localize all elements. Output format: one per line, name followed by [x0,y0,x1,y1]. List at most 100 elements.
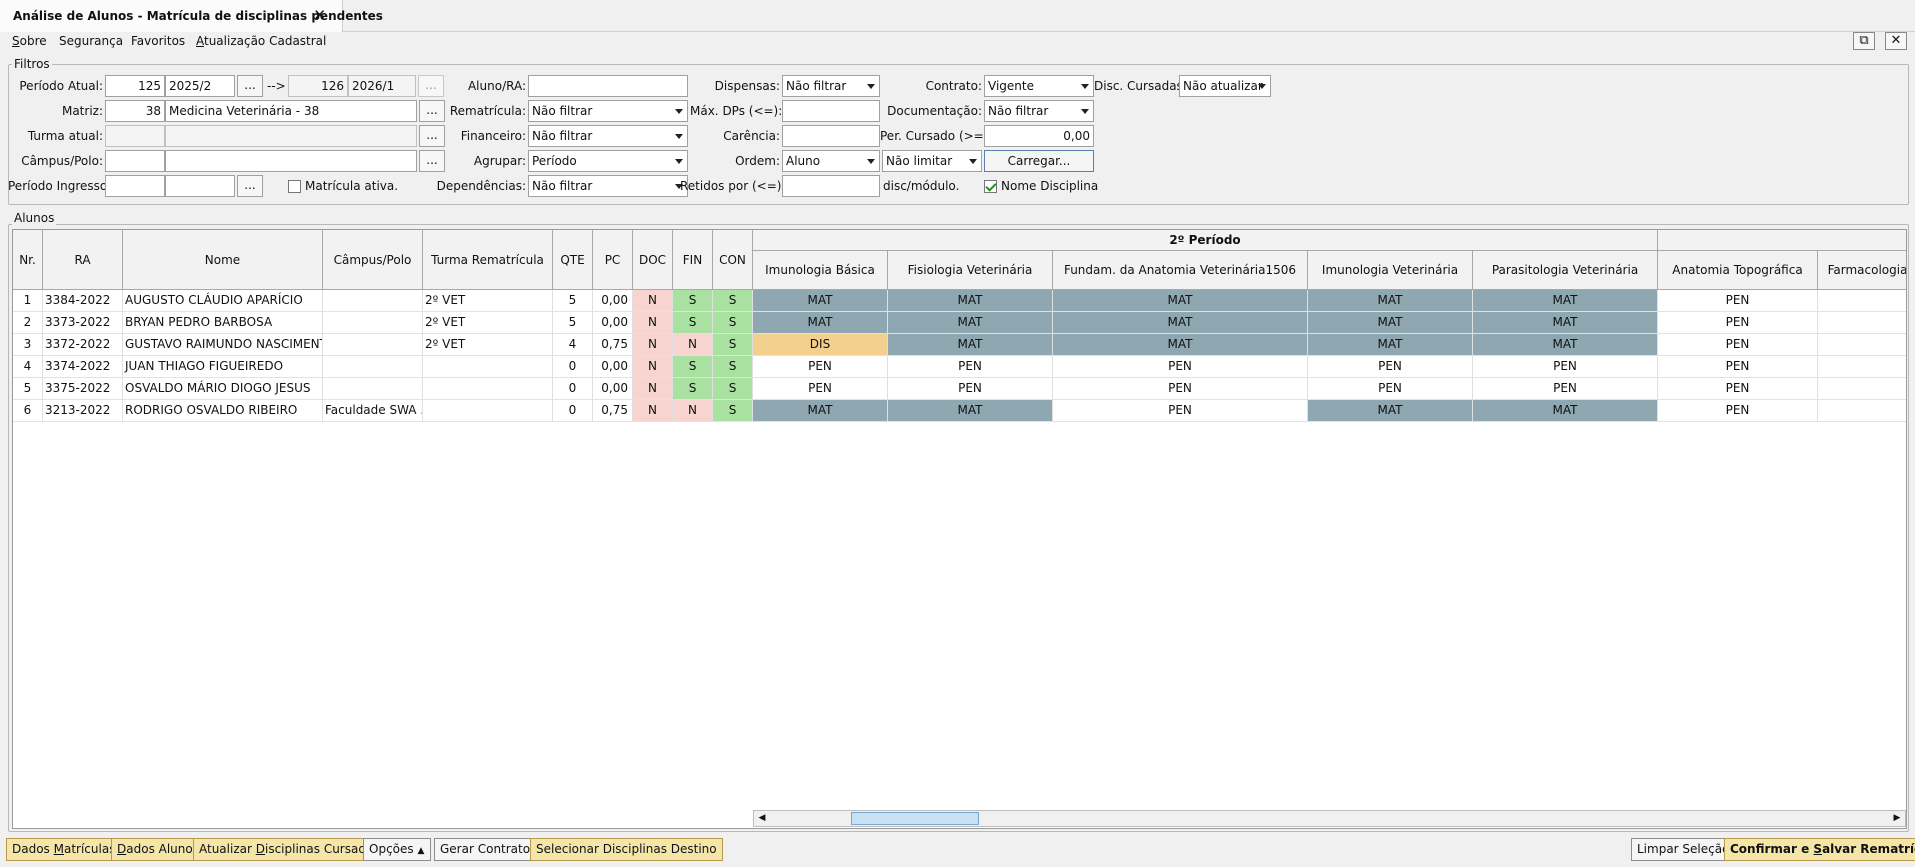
aluno-ra-field[interactable] [528,75,688,97]
table-cell-turma[interactable] [423,400,553,422]
table-cell-fin[interactable]: S [673,356,713,378]
discipline-status-cell[interactable]: MAT [1308,400,1473,422]
table-cell-nr[interactable]: 3 [13,334,43,356]
scroll-thumb[interactable] [851,812,979,825]
discipline-status-cell[interactable] [1818,290,1906,312]
table-cell-pc[interactable]: 0,00 [593,356,633,378]
column-header[interactable]: Nome [123,230,323,290]
table-cell-doc[interactable]: N [633,400,673,422]
carencia-field[interactable] [782,125,880,147]
menu-seguranca[interactable]: Segurança [59,34,123,48]
table-cell-nr[interactable]: 4 [13,356,43,378]
menu-favoritos[interactable]: Favoritos [131,34,185,48]
table-cell-ra[interactable]: 3375-2022 [43,378,123,400]
discipline-status-cell[interactable]: PEN [1308,356,1473,378]
table-cell-doc[interactable]: N [633,312,673,334]
opcoes-button[interactable]: Opções ▲ [363,838,431,861]
discipline-header[interactable]: Fisiologia Veterinária [888,251,1053,290]
table-cell-pc[interactable]: 0,00 [593,378,633,400]
discipline-status-cell[interactable]: MAT [1473,334,1658,356]
column-header[interactable]: DOC [633,230,673,290]
table-cell-nr[interactable]: 6 [13,400,43,422]
table-cell-con[interactable]: S [713,312,753,334]
table-cell-con[interactable]: S [713,356,753,378]
contrato-select[interactable]: Vigente [984,75,1094,97]
table-cell-campus[interactable] [323,378,423,400]
discipline-status-cell[interactable]: MAT [1473,290,1658,312]
table-cell-con[interactable]: S [713,290,753,312]
periodo-atual-code-field[interactable]: 125 [105,75,165,97]
table-cell-ra[interactable]: 3372-2022 [43,334,123,356]
dependencias-select[interactable]: Não filtrar [528,175,688,197]
discipline-status-cell[interactable]: PEN [1308,378,1473,400]
per-cursado-field[interactable]: 0,00 [984,125,1094,147]
discipline-status-cell[interactable]: PEN [1053,356,1308,378]
discipline-status-cell[interactable]: MAT [1308,312,1473,334]
table-cell-fin[interactable]: S [673,378,713,400]
gerar-contratos-button[interactable]: Gerar Contratos [434,838,543,861]
alunos-table[interactable]: Nr. RA Nome Câmpus/Polo Turma Rematrícula QTE… [12,229,1907,829]
table-cell-pc[interactable]: 0,00 [593,290,633,312]
discipline-status-cell[interactable]: MAT [753,400,888,422]
discipline-status-cell[interactable]: PEN [1658,400,1818,422]
menu-atualizacao-cadastral[interactable]: Atualização Cadastral [196,34,326,48]
matricula-ativa-checkbox[interactable] [288,180,301,193]
campus-polo-code-field[interactable] [105,150,165,172]
table-cell-ra[interactable]: 3374-2022 [43,356,123,378]
table-cell-con[interactable]: S [713,400,753,422]
table-cell-nome[interactable]: RODRIGO OSVALDO RIBEIRO [123,400,323,422]
table-cell-nome[interactable]: AUGUSTO CLÁUDIO APARÍCIO [123,290,323,312]
table-cell-qte[interactable]: 4 [553,334,593,356]
close-tab-icon[interactable]: ✕ [313,6,326,24]
discipline-status-cell[interactable]: MAT [753,290,888,312]
discipline-status-cell[interactable]: PEN [1658,356,1818,378]
discipline-status-cell[interactable]: MAT [888,312,1053,334]
close-window-icon[interactable]: ✕ [1885,32,1907,50]
column-header[interactable]: RA [43,230,123,290]
discipline-status-cell[interactable]: PEN [1658,312,1818,334]
discipline-status-cell[interactable]: DIS [753,334,888,356]
atualizar-disciplinas-button[interactable]: Atualizar Disciplinas Cursadas [193,838,386,861]
discipline-status-cell[interactable]: MAT [888,290,1053,312]
discipline-status-cell[interactable]: PEN [753,378,888,400]
dados-matriculas-button[interactable]: Dados Matrículas [6,838,122,861]
discipline-status-cell[interactable]: PEN [1658,290,1818,312]
turma-atual-code-field[interactable] [105,125,165,147]
limpar-selecao-button[interactable]: Limpar Seleção [1631,838,1736,861]
discipline-status-cell[interactable]: MAT [1473,400,1658,422]
table-cell-turma[interactable] [423,356,553,378]
table-cell-ra[interactable]: 3373-2022 [43,312,123,334]
table-cell-qte[interactable]: 0 [553,356,593,378]
column-header[interactable]: Turma Rematrícula [423,230,553,290]
table-cell-turma[interactable] [423,378,553,400]
discipline-status-cell[interactable]: MAT [1053,290,1308,312]
periodo-ingresso-lookup-button[interactable]: ... [237,175,263,197]
discipline-status-cell[interactable]: PEN [753,356,888,378]
discipline-header[interactable]: Anatomia Topográfica [1658,251,1818,290]
table-cell-fin[interactable]: S [673,290,713,312]
discipline-status-cell[interactable]: MAT [888,334,1053,356]
horizontal-scrollbar[interactable]: ◀ ▶ [753,810,1906,827]
table-cell-nr[interactable]: 2 [13,312,43,334]
table-cell-campus[interactable]: Faculdade SWA ... [323,400,423,422]
matriz-field[interactable]: Medicina Veterinária - 38 [165,100,417,122]
column-header[interactable]: Nr. [13,230,43,290]
table-cell-turma[interactable]: 2º VET [423,290,553,312]
menu-sobre[interactable]: Sobre [12,34,47,48]
detach-window-icon[interactable]: ⧉ [1853,32,1875,50]
column-header[interactable]: CON [713,230,753,290]
table-cell-pc[interactable]: 0,00 [593,312,633,334]
discipline-status-cell[interactable] [1818,378,1906,400]
table-cell-nome[interactable]: BRYAN PEDRO BARBOSA [123,312,323,334]
discipline-status-cell[interactable]: MAT [1053,312,1308,334]
table-cell-con[interactable]: S [713,378,753,400]
discipline-status-cell[interactable]: PEN [1053,378,1308,400]
table-cell-nr[interactable]: 5 [13,378,43,400]
confirmar-salvar-button[interactable]: Confirmar e Salvar Rematrículas [1724,838,1915,861]
scroll-right-icon[interactable]: ▶ [1889,811,1905,826]
table-cell-nome[interactable]: JUAN THIAGO FIGUEIREDO [123,356,323,378]
table-cell-nome[interactable]: OSVALDO MÁRIO DIOGO JESUS [123,378,323,400]
retidos-field[interactable] [782,175,880,197]
table-cell-fin[interactable]: S [673,312,713,334]
discipline-header[interactable]: Imunologia Básica [753,251,888,290]
